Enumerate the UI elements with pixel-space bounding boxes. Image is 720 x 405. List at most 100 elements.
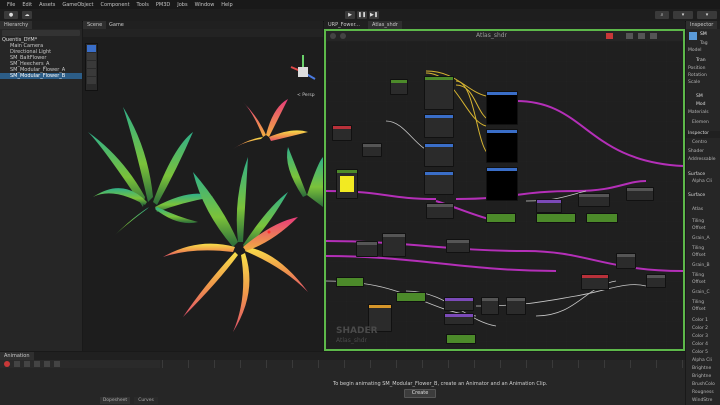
first-key-icon[interactable]	[14, 361, 20, 367]
graph-node[interactable]	[646, 274, 666, 288]
graph-node[interactable]	[424, 114, 454, 138]
color-mode-icon[interactable]	[606, 33, 613, 39]
tab-game[interactable]: Game	[105, 21, 128, 29]
inspector-label: BrushColo	[692, 382, 715, 387]
preview-toggle-icon[interactable]	[650, 33, 657, 39]
property-node[interactable]	[536, 213, 576, 223]
yellow-color-swatch	[340, 176, 354, 192]
graph-node[interactable]	[581, 274, 609, 290]
last-key-icon[interactable]	[54, 361, 60, 367]
graph-node[interactable]	[536, 199, 562, 213]
inspector-label: Offset	[692, 253, 706, 258]
tab-hierarchy[interactable]: Hierarchy	[0, 21, 33, 29]
menu-window[interactable]: Window	[195, 2, 215, 8]
inspector-label: Color 3	[692, 334, 709, 339]
menu-edit[interactable]: Edit	[22, 2, 32, 8]
color-preview-node[interactable]	[336, 169, 358, 199]
graph-node[interactable]	[382, 233, 406, 257]
hand-tool-icon[interactable]	[87, 45, 96, 52]
property-node[interactable]	[586, 213, 618, 223]
scale-tool-icon[interactable]	[87, 69, 96, 76]
inspector-label[interactable]: Surface	[688, 193, 705, 199]
graph-canvas[interactable]: Atlas_shdr SHADER Atlas_shdr	[324, 29, 685, 351]
pause-button[interactable]: ❚❚	[357, 11, 367, 19]
mesh-filter-header[interactable]: SM	[696, 94, 703, 100]
graph-node[interactable]	[362, 143, 382, 157]
inspector-label[interactable]: Materials	[688, 110, 709, 116]
graph-node[interactable]	[424, 76, 454, 110]
graph-node[interactable]	[446, 239, 470, 253]
graph-node[interactable]	[444, 313, 474, 325]
save-icon[interactable]	[330, 33, 336, 39]
play-button[interactable]: ▶	[345, 11, 355, 19]
menu-help[interactable]: Help	[221, 2, 232, 8]
timeline-ruler[interactable]	[162, 360, 685, 368]
menu-gameobject[interactable]: GameObject	[62, 2, 93, 8]
play-anim-icon[interactable]	[34, 361, 40, 367]
property-node[interactable]	[396, 292, 426, 302]
graph-node[interactable]	[424, 171, 454, 195]
texture-preview-node[interactable]	[486, 91, 518, 125]
hierarchy-search-input[interactable]	[2, 30, 80, 36]
graph-node[interactable]	[626, 187, 654, 201]
tab-inspector[interactable]: Inspector	[686, 21, 718, 29]
graph-node[interactable]	[390, 79, 408, 95]
blackboard-icon[interactable]	[626, 33, 633, 39]
inspector-label[interactable]: Surface	[688, 172, 705, 178]
inspector-toggle-icon[interactable]	[638, 33, 645, 39]
graph-node[interactable]	[424, 143, 454, 167]
rotate-tool-icon[interactable]	[87, 61, 96, 68]
graph-title: Atlas_shdr	[476, 32, 508, 39]
tab-scene[interactable]: Scene	[83, 21, 107, 29]
rect-tool-icon[interactable]	[87, 77, 96, 84]
menu-component[interactable]: Component	[101, 2, 130, 8]
property-node[interactable]	[336, 277, 364, 287]
graph-node[interactable]	[616, 253, 636, 269]
account-button[interactable]: ●	[4, 11, 18, 19]
texture-preview-node[interactable]	[486, 167, 518, 201]
transform-header[interactable]: Tran	[696, 58, 706, 64]
menu-file[interactable]: File	[7, 2, 15, 8]
shader-watermark-name: Atlas_shdr	[336, 337, 368, 344]
graph-node[interactable]	[506, 297, 526, 315]
persp-label[interactable]: < Persp	[297, 93, 315, 98]
cloud-icon[interactable]: ☁	[22, 11, 32, 19]
tab-dopesheet[interactable]: Dopesheet	[100, 397, 130, 404]
object-name-field[interactable]: SM	[700, 32, 707, 38]
create-animator-button[interactable]: Create	[404, 389, 436, 398]
mesh-renderer-header[interactable]: Mod	[696, 102, 706, 108]
layers-dropdown[interactable]: ▾	[673, 11, 693, 19]
graph-node[interactable]	[578, 193, 610, 207]
menu-pm3d[interactable]: PM3D	[156, 2, 170, 8]
inspector-label: Brightne	[692, 374, 712, 379]
scene-viewport[interactable]	[83, 37, 323, 351]
graph-node[interactable]	[444, 297, 474, 311]
prev-key-icon[interactable]	[24, 361, 30, 367]
graph-node[interactable]	[481, 297, 499, 315]
tab-curves[interactable]: Curves	[134, 397, 158, 404]
graph-node[interactable]	[332, 125, 352, 141]
hierarchy-panel: Hierarchy Quentis_DYM* Main Camera Direc…	[0, 21, 82, 351]
graph-node[interactable]	[426, 203, 454, 219]
menu-jobs[interactable]: Jobs	[177, 2, 187, 8]
tab-animation[interactable]: Animation	[0, 352, 34, 360]
search-icon[interactable]: ⌕	[655, 11, 669, 19]
tab-urp-flower[interactable]: URP_Fower...	[324, 21, 364, 29]
tab-atlas-shdr[interactable]: Atlas_shdr	[368, 21, 402, 29]
move-tool-icon[interactable]	[87, 53, 96, 60]
scene-tool-palette	[85, 43, 98, 91]
history-icon[interactable]	[340, 33, 346, 39]
menu-assets[interactable]: Assets	[39, 2, 55, 8]
sub-inspector-tab[interactable]: Inspector	[688, 131, 709, 137]
property-node[interactable]	[446, 334, 476, 344]
graph-node[interactable]	[356, 241, 378, 257]
menu-tools[interactable]: Tools	[137, 2, 149, 8]
record-icon[interactable]	[4, 361, 10, 367]
step-button[interactable]: ▶❚	[369, 11, 379, 19]
hierarchy-item-selected[interactable]: SM_Modular_Flower_B	[0, 73, 82, 79]
texture-preview-node[interactable]	[486, 129, 518, 163]
layout-dropdown[interactable]: ▾	[697, 11, 717, 19]
inspector-label[interactable]: Addressable	[688, 157, 716, 163]
property-node[interactable]	[486, 213, 516, 223]
next-key-icon[interactable]	[44, 361, 50, 367]
